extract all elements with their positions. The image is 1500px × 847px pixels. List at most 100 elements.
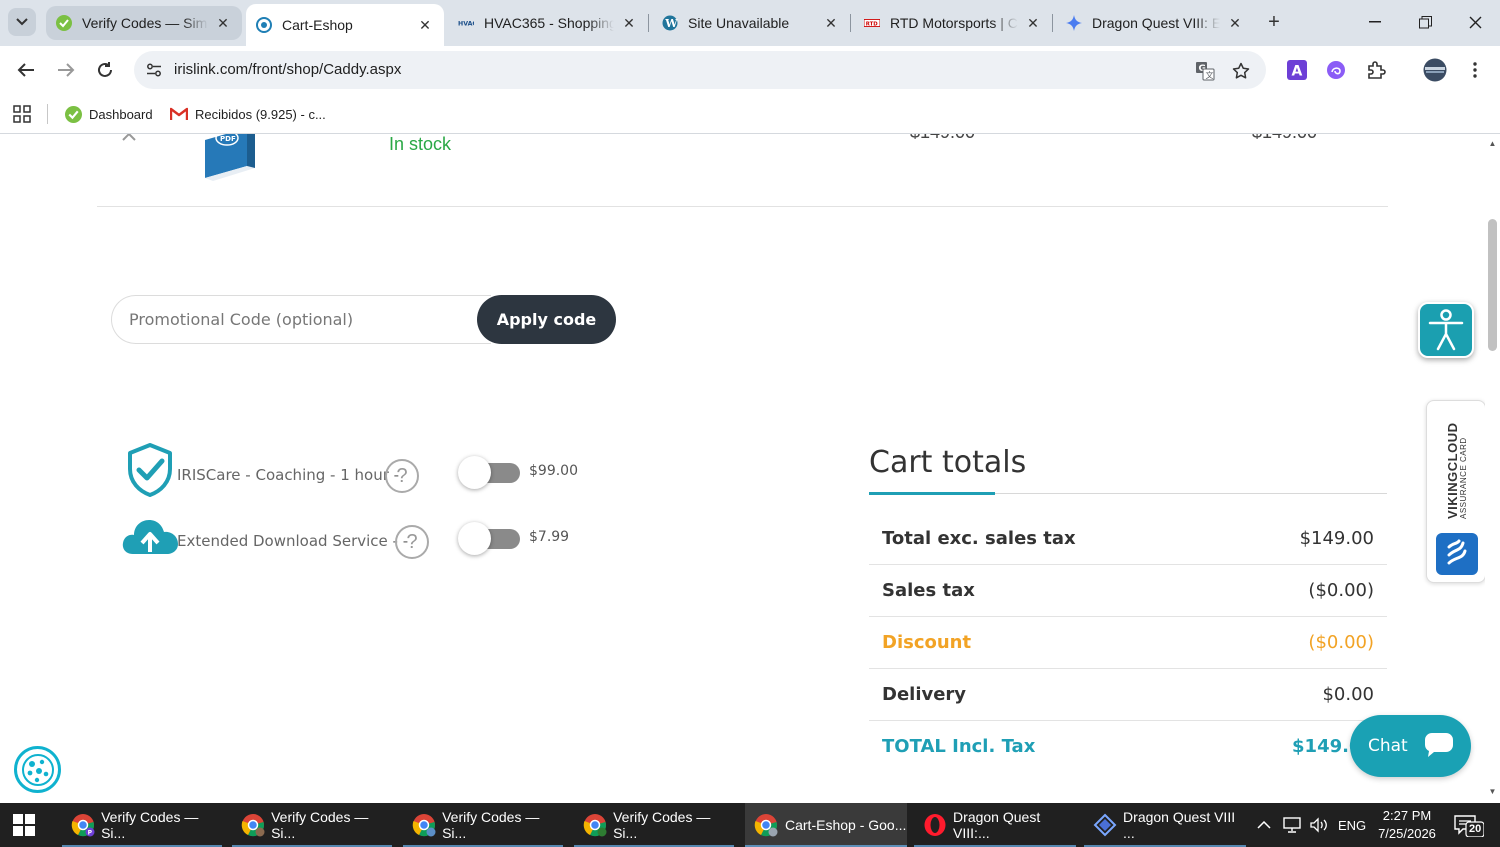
chrome-icon	[582, 812, 607, 838]
tab-title: RTD Motorsports | Car	[890, 15, 1018, 31]
address-bar[interactable]: irislink.com/front/shop/Caddy.aspx G文	[134, 51, 1266, 89]
apply-code-button[interactable]: Apply code	[477, 295, 616, 344]
screen: Verify Codes — SimplyCodes ✕ Cart-Eshop …	[0, 0, 1500, 847]
page-scrollbar[interactable]: ▲ ▼	[1485, 134, 1500, 803]
new-tab-button[interactable]: +	[1262, 10, 1286, 34]
addon-toggle[interactable]	[458, 456, 520, 489]
tab-verify-codes[interactable]: Verify Codes — SimplyCodes ✕	[46, 6, 242, 40]
minimize-button[interactable]	[1350, 0, 1400, 44]
help-question-icon[interactable]: ?	[385, 459, 419, 493]
chevron-up-icon[interactable]	[121, 134, 137, 144]
cart-row-delivery: Delivery $0.00	[869, 669, 1387, 721]
help-question-glyph: ?	[406, 530, 418, 553]
tab-site-unavailable[interactable]: W Site Unavailable ✕	[652, 6, 851, 40]
wordpress-icon: W	[662, 15, 678, 31]
svg-text:RTD: RTD	[866, 22, 878, 28]
bookmark-star-icon[interactable]	[1230, 60, 1252, 82]
taskbar-app-verify-codes-1[interactable]: P Verify Codes — Si...	[62, 803, 222, 847]
input-language[interactable]: ENG	[1338, 803, 1366, 847]
viking-brand-text: VIKINGCLOUD	[1445, 422, 1460, 520]
profile-avatar[interactable]	[1422, 57, 1448, 83]
accessibility-button[interactable]	[1418, 302, 1474, 358]
hvac-logo-icon: HVAC	[458, 15, 474, 31]
site-settings-icon[interactable]	[144, 60, 164, 80]
translate-icon[interactable]: G文	[1194, 60, 1216, 82]
rtd-logo-icon: RTD	[864, 15, 880, 31]
scroll-down-arrow-icon[interactable]: ▼	[1488, 787, 1497, 796]
cart-row-label: Total exc. sales tax	[882, 528, 1076, 549]
apps-grid-icon	[13, 105, 31, 123]
close-icon[interactable]: ✕	[416, 16, 434, 34]
bookmark-gmail[interactable]: Recibidos (9.925) - c...	[170, 102, 326, 126]
cookie-icon	[21, 753, 54, 786]
tab-search-button[interactable]	[8, 8, 36, 36]
avatar-icon	[1423, 58, 1447, 82]
taskbar-app-verify-codes-4[interactable]: Verify Codes — Si...	[574, 803, 734, 847]
taskbar-app-label: Verify Codes — Si...	[101, 809, 199, 841]
unit-price: $149.00	[910, 134, 975, 143]
taskbar-app-label: Dragon Quest VIII ...	[1123, 809, 1236, 841]
taskbar-app-dragon-quest[interactable]: Dragon Quest VIII ...	[1084, 803, 1246, 847]
chrome-icon	[753, 812, 779, 838]
cookie-settings-button[interactable]	[14, 746, 61, 793]
taskbar-app-opera[interactable]: Dragon Quest VIII:...	[914, 803, 1076, 847]
tab-title: Verify Codes — SimplyCodes	[82, 15, 208, 31]
addon-price: $99.00	[529, 463, 578, 479]
back-button[interactable]	[10, 54, 42, 86]
tab-rtd-motorsports[interactable]: RTD RTD Motorsports | Car ✕	[854, 6, 1053, 40]
extension-swirl-icon[interactable]	[1324, 58, 1348, 82]
cart-row-value: $0.00	[1322, 684, 1374, 705]
bookmark-dashboard[interactable]: Dashboard	[64, 102, 153, 126]
extensions-puzzle-icon[interactable]	[1364, 58, 1388, 82]
tab-cart-eshop[interactable]: Cart-Eshop ✕	[246, 4, 444, 46]
forward-button[interactable]	[50, 54, 82, 86]
vikingcloud-badge[interactable]: VIKINGCLOUD ASSURANCE CARD	[1426, 400, 1486, 583]
close-icon[interactable]: ✕	[1226, 14, 1244, 32]
network-button[interactable]	[1282, 803, 1302, 847]
cart-row-subtotal: Total exc. sales tax $149.00	[869, 513, 1387, 565]
page-content: PDF In stock $149.00 $149.00 Apply code …	[0, 134, 1500, 803]
bookmark-label: Recibidos (9.925) - c...	[195, 106, 326, 122]
extension-a-icon[interactable]: A	[1285, 58, 1309, 82]
shield-check-icon	[128, 443, 172, 497]
tray-overflow-button[interactable]	[1257, 803, 1271, 847]
tab-hvac365[interactable]: HVAC HVAC365 - Shopping ✕	[448, 6, 649, 40]
svg-text:W: W	[664, 17, 678, 30]
close-window-button[interactable]	[1450, 0, 1500, 44]
accessibility-person-icon	[1428, 309, 1464, 351]
apps-grid-button[interactable]	[13, 102, 31, 126]
tab-dragon-quest[interactable]: Dragon Quest VIII: Ele ✕	[1056, 6, 1254, 40]
svg-text:HVAC: HVAC	[458, 21, 474, 28]
addon-toggle[interactable]	[458, 522, 520, 555]
arrow-right-icon	[58, 63, 75, 77]
minimize-icon	[1369, 21, 1381, 23]
windows-start-icon[interactable]	[12, 813, 36, 837]
taskbar-app-cart-eshop[interactable]: Cart-Eshop - Goo...	[745, 803, 907, 847]
scrollbar-thumb[interactable]	[1488, 219, 1497, 351]
taskbar-app-verify-codes-3[interactable]: Verify Codes — Si...	[403, 803, 563, 847]
svg-text:P: P	[87, 830, 92, 837]
speaker-icon	[1310, 817, 1327, 833]
promo-code-input[interactable]	[111, 295, 491, 344]
close-icon[interactable]: ✕	[822, 14, 840, 32]
help-question-icon[interactable]: ?	[395, 525, 429, 559]
browser-menu-button[interactable]	[1463, 58, 1487, 82]
restore-button[interactable]	[1400, 0, 1450, 44]
arrow-left-icon	[17, 63, 34, 77]
addon-price: $7.99	[529, 529, 570, 545]
close-icon[interactable]: ✕	[1024, 14, 1042, 32]
check-leaf-icon	[64, 105, 82, 123]
taskbar-app-label: Verify Codes — Si...	[442, 809, 540, 841]
diamond-app-icon	[1092, 812, 1117, 838]
chevron-up-icon	[1257, 821, 1271, 829]
reload-button[interactable]	[89, 54, 121, 86]
close-icon[interactable]: ✕	[214, 14, 232, 32]
chat-button[interactable]: Chat	[1350, 715, 1471, 777]
volume-button[interactable]	[1309, 803, 1329, 847]
system-clock[interactable]: 2:27 PM 7/25/2026	[1374, 807, 1440, 843]
close-icon[interactable]: ✕	[620, 14, 638, 32]
url-text[interactable]: irislink.com/front/shop/Caddy.aspx	[174, 61, 401, 78]
scroll-up-arrow-icon[interactable]: ▲	[1488, 139, 1497, 148]
taskbar-app-verify-codes-2[interactable]: Verify Codes — Si...	[232, 803, 392, 847]
notification-center-button[interactable]: 20	[1454, 813, 1485, 838]
